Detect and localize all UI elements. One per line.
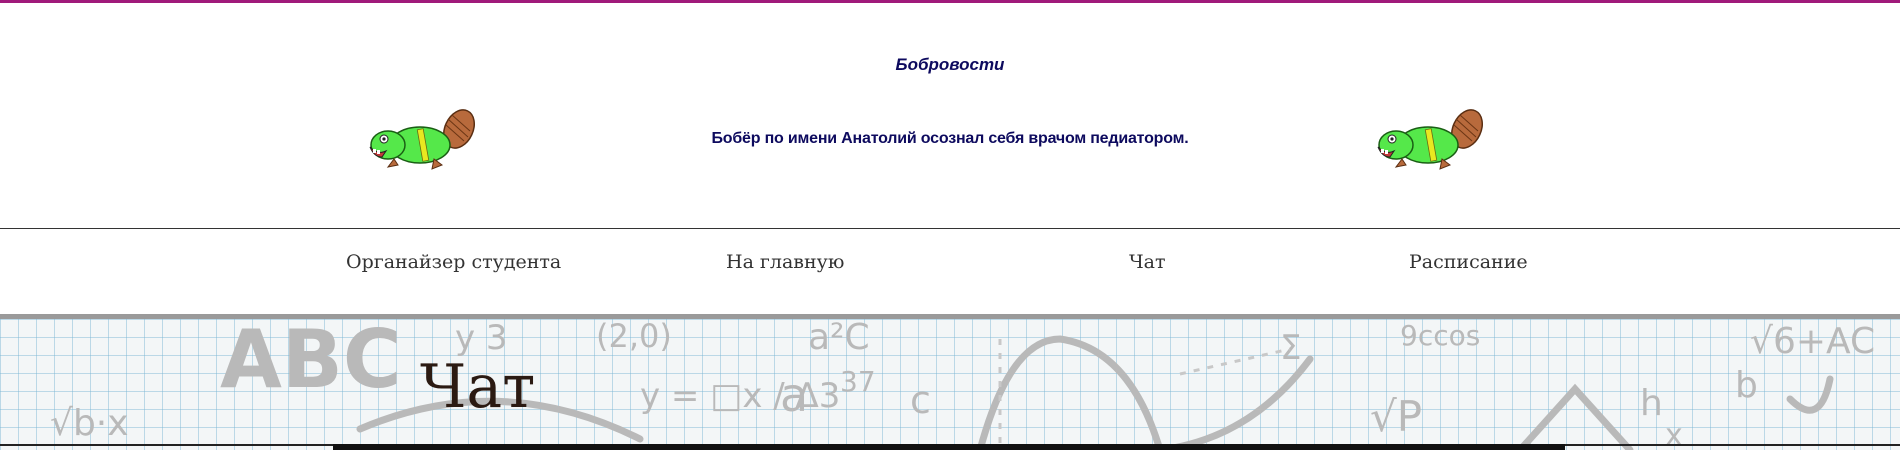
page-banner: ABC y 3 (2,0) a²C 9ccos √6+AC √b·x y = □… [0, 319, 1900, 450]
nav-item-home[interactable]: На главную [726, 251, 844, 273]
doodle-curve [1786, 375, 1834, 414]
nav-item-schedule[interactable]: Расписание [1409, 251, 1528, 273]
doodle-axis [1179, 347, 1291, 376]
doodle-text: y = □x / Δ3 [640, 376, 840, 416]
nav-item-organizer[interactable]: Органайзер студента [346, 251, 561, 273]
news-text: Бобёр по имени Анатолий осознал себя вра… [711, 130, 1189, 147]
doodle-text: 9ccos [1400, 319, 1480, 352]
news-header: Бобровости Бобёр по имени Анатолий осозн… [0, 3, 1900, 228]
doodle-triangle [1516, 383, 1634, 450]
doodle-text: b [1735, 365, 1758, 406]
nav-item-chat[interactable]: Чат [1129, 251, 1166, 273]
main-nav: Органайзер студента На главную Чат Распи… [0, 229, 1900, 315]
doodle-text: √P [1370, 392, 1422, 441]
doodle-text: a [780, 368, 808, 422]
doodle-curve [976, 335, 1164, 450]
banner-bottom-border [0, 444, 333, 446]
doodle-text: h [1640, 383, 1663, 424]
doodle-text: Σ [1280, 328, 1301, 368]
page-title: Чат [420, 352, 536, 422]
doodle-text: a²C [808, 319, 870, 358]
doodle-text: √6+AC [1750, 321, 1875, 362]
doodle-text: (2,0) [596, 319, 672, 355]
content-top-bar [333, 444, 1565, 450]
banner-bottom-border [1565, 444, 1900, 446]
news-title: Бобровости [895, 55, 1005, 74]
doodle-text: c [910, 378, 931, 422]
math-doodles-background: ABC y 3 (2,0) a²C 9ccos √6+AC √b·x y = □… [50, 319, 1875, 450]
doodle-text: ABC [220, 319, 402, 406]
beaver-mascot-right [1377, 109, 1483, 170]
doodle-text: 37 [840, 365, 876, 398]
doodle-text: √b·x [50, 403, 129, 444]
